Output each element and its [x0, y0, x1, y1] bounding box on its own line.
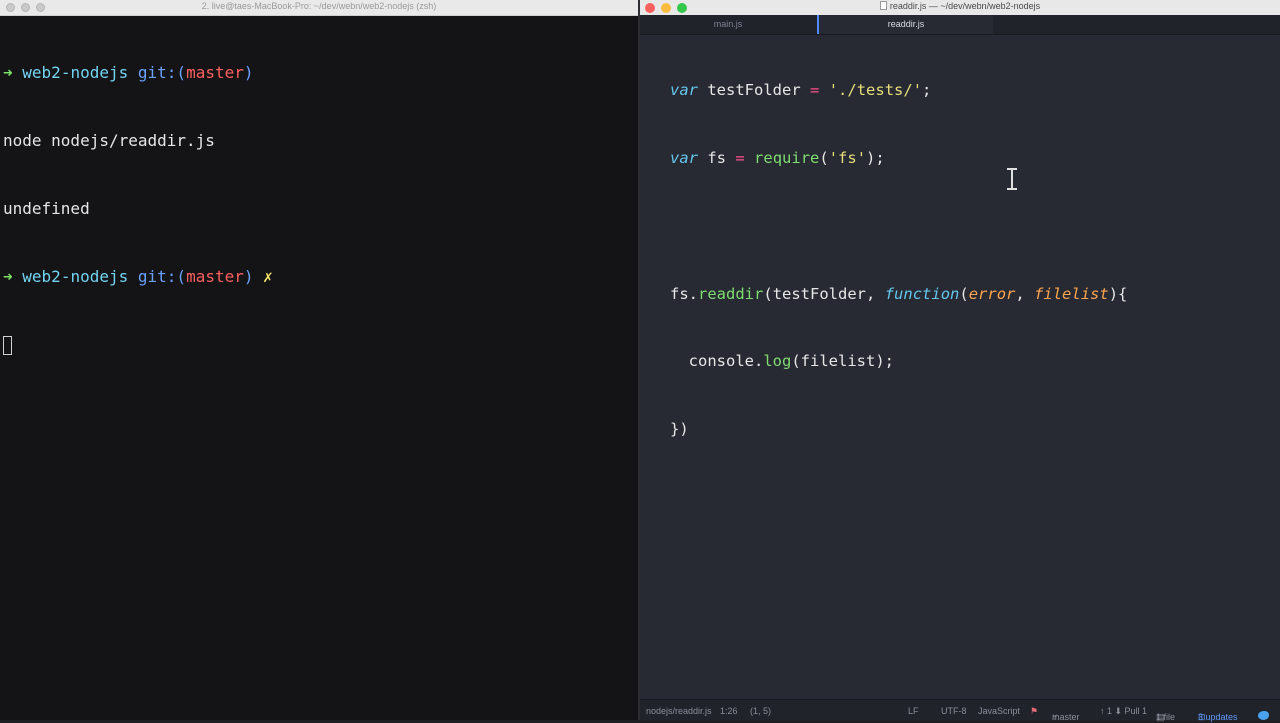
function-call: require: [754, 148, 820, 167]
prompt-directory: web2-nodejs: [22, 266, 129, 286]
tab-bar: main.js readdir.js: [640, 15, 1280, 35]
punctuation: .: [754, 352, 764, 371]
punctuation: .: [688, 284, 699, 303]
parameter: filelist: [1034, 284, 1109, 303]
keyword: function: [884, 284, 960, 303]
terminal-title: 2. live@taes-MacBook-Pro: ~/dev/webn/web…: [201, 1, 437, 11]
text-cursor-icon: [1006, 168, 1018, 190]
method-call: log: [763, 352, 792, 371]
command-line: node nodejs/readdir.js: [3, 130, 215, 150]
status-bar: nodejs/readdir.js 1:26 (1, 5) LF UTF-8 J…: [640, 699, 1280, 722]
punctuation: );: [866, 148, 885, 167]
punctuation: (: [959, 284, 969, 303]
status-cursor-position[interactable]: 1:26: [720, 706, 738, 716]
parameter: error: [968, 284, 1016, 303]
input-line[interactable]: [3, 333, 273, 356]
status-line-ending[interactable]: LF: [908, 706, 919, 716]
identifier: fs: [670, 284, 689, 303]
editor-titlebar: readdir.js — ~/dev/webn/web2-nodejs: [640, 0, 1280, 16]
status-selection[interactable]: (1, 5): [750, 706, 771, 716]
file-icon: [879, 1, 887, 10]
prompt-directory: web2-nodejs: [22, 63, 129, 83]
method-call: readdir: [698, 284, 764, 303]
operator: =: [735, 148, 745, 167]
call-arguments: (filelist);: [791, 352, 894, 371]
string-literal: 'fs': [828, 148, 867, 167]
code-line-1: var testFolder = './tests/';: [670, 79, 1127, 102]
editor-title: readdir.js — ~/dev/webn/web2-nodejs: [640, 1, 1280, 11]
identifier: testFolder: [772, 284, 867, 303]
punctuation: ,: [1015, 284, 1025, 303]
tab-readdir-js[interactable]: readdir.js: [817, 15, 993, 34]
status-file-path[interactable]: nodejs/readdir.js: [646, 706, 712, 716]
operator: =: [810, 81, 820, 100]
editor-window[interactable]: readdir.js — ~/dev/webn/web2-nodejs main…: [640, 0, 1280, 722]
prompt-git-close: ): [243, 266, 254, 286]
code-editor[interactable]: var testFolder = './tests/'; var fs = re…: [670, 34, 1127, 486]
terminal-cursor: [3, 336, 12, 356]
punctuation: (: [763, 284, 773, 303]
terminal-output[interactable]: ➜ web2-nodejs git:(master) node nodejs/r…: [3, 17, 273, 401]
status-branch-label: master: [1052, 712, 1080, 722]
punctuation: ){: [1108, 284, 1128, 303]
code-line-2: var fs = require('fs');: [670, 147, 1127, 170]
string-literal: './tests/': [828, 81, 923, 100]
editor-title-text: readdir.js — ~/dev/webn/web2-nodejs: [889, 1, 1041, 11]
prompt-branch: master: [186, 63, 244, 83]
prompt-line: ➜ web2-nodejs git:(master): [3, 62, 273, 85]
status-encoding[interactable]: UTF-8: [941, 706, 967, 716]
status-grammar[interactable]: JavaScript: [978, 706, 1020, 716]
prompt-git-label: git:(: [137, 266, 187, 286]
prompt-arrow-icon: ➜: [3, 63, 13, 83]
identifier: fs: [707, 148, 727, 167]
prompt-branch: master: [186, 266, 244, 286]
keyword: var: [670, 148, 698, 167]
prompt-line: ➜ web2-nodejs git:(master) ✗: [3, 266, 273, 289]
punctuation: ,: [866, 284, 876, 303]
punctuation: (: [819, 148, 829, 167]
identifier: console: [688, 352, 754, 371]
prompt-git-label: git:(: [137, 63, 187, 83]
terminal-window[interactable]: 2. live@taes-MacBook-Pro: ~/dev/webn/web…: [0, 0, 638, 720]
identifier: testFolder: [707, 81, 801, 100]
code-line-6: }): [670, 420, 689, 439]
code-line-4: fs.readdir(testFolder, function(error, f…: [670, 283, 1127, 306]
punctuation: ;: [922, 81, 932, 100]
status-files-label: 1 file: [1156, 712, 1176, 722]
status-updates-label: 3 updates: [1198, 712, 1238, 722]
keyword: var: [670, 81, 698, 100]
status-push-pull[interactable]: ↑ 1 ⬇ Pull 1: [1100, 706, 1147, 717]
dirty-mark-icon: ✗: [263, 266, 273, 286]
git-status-icon: ⚑: [1030, 706, 1039, 716]
prompt-arrow-icon: ➜: [3, 266, 13, 286]
command-output: undefined: [3, 198, 90, 218]
tab-main-js[interactable]: main.js: [640, 15, 816, 34]
code-line-5: console.log(filelist);: [670, 350, 1127, 373]
terminal-titlebar: 2. live@taes-MacBook-Pro: ~/dev/webn/web…: [0, 0, 638, 16]
prompt-git-close: ): [243, 63, 254, 83]
